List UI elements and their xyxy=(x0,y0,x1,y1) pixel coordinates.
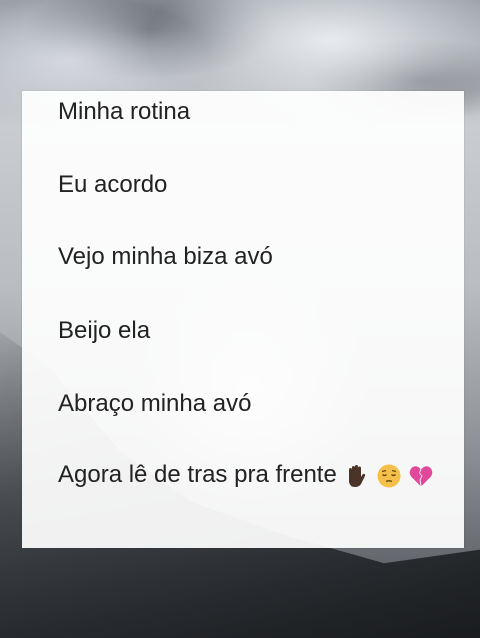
note-line-1: Minha rotina xyxy=(58,98,191,125)
note-line-6-text: Agora lê de tras pra frente xyxy=(58,461,337,488)
note-line-3: Vejo minha biza avó xyxy=(58,243,273,270)
text-note-card: Minha rotina Eu acordo Vejo minha biza a… xyxy=(22,91,464,548)
raised-hand-icon xyxy=(348,465,365,488)
note-line-4: Beijo ela xyxy=(58,317,151,344)
broken-heart-icon xyxy=(409,466,433,487)
note-line-6: Agora lê de tras pra frente xyxy=(58,461,434,490)
pensive-face-icon xyxy=(377,464,400,488)
note-line-5: Abraço minha avó xyxy=(58,390,252,417)
emoji-group xyxy=(343,462,434,490)
note-line-2: Eu acordo xyxy=(58,171,168,198)
